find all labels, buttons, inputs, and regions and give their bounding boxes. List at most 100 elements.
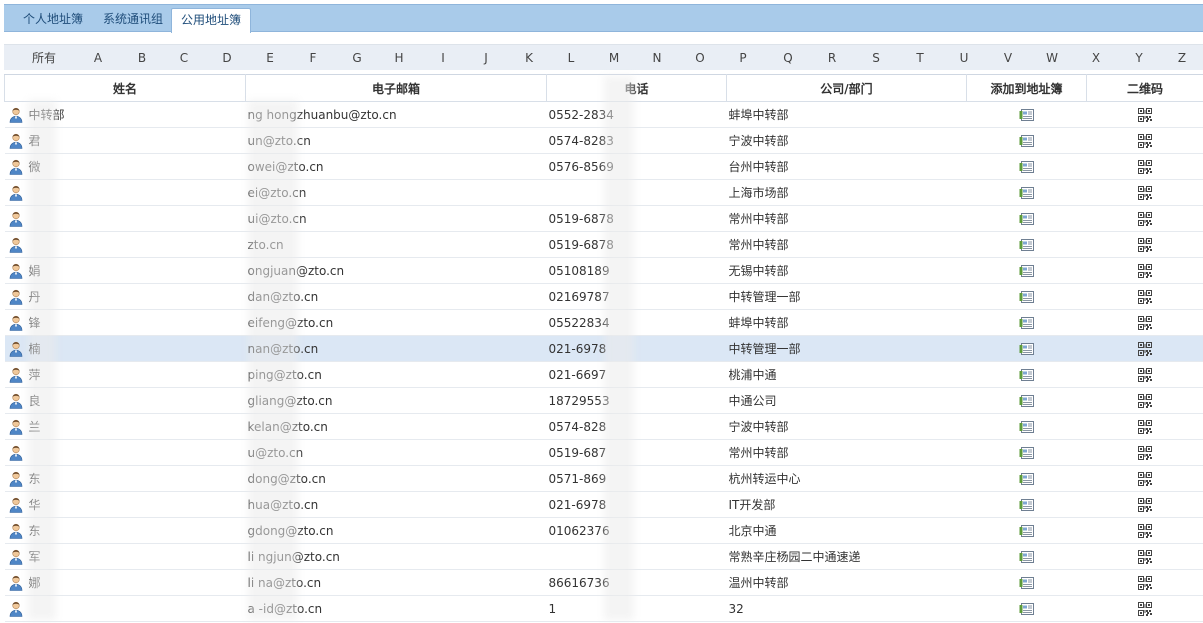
cell-name[interactable]: 楠 xyxy=(4,335,246,362)
cell-name[interactable]: 君 xyxy=(4,127,246,154)
letter-filter-y[interactable]: Y xyxy=(1127,45,1151,71)
letter-filter-all[interactable]: 所有 xyxy=(24,45,64,71)
qr-code-icon[interactable] xyxy=(1137,575,1153,590)
cell-name[interactable]: 兰 xyxy=(4,413,246,440)
letter-filter-w[interactable]: W xyxy=(1040,45,1064,71)
table-row[interactable]: 良 gliang@zto.cn 18729553 中通公司 xyxy=(4,387,1203,414)
qr-code-icon[interactable] xyxy=(1137,263,1153,278)
cell-email[interactable]: kelan@zto.cn xyxy=(245,413,547,440)
add-to-addressbook-icon[interactable] xyxy=(1019,550,1035,564)
cell-email[interactable]: ping@zto.cn xyxy=(245,361,547,388)
cell-email[interactable]: u@zto.cn xyxy=(245,439,547,466)
letter-filter-g[interactable]: G xyxy=(345,45,369,71)
table-row[interactable]: 兰 kelan@zto.cn 0574-828 宁波中转部 xyxy=(4,413,1203,440)
cell-name[interactable]: 中转部 xyxy=(4,101,246,128)
add-to-addressbook-icon[interactable] xyxy=(1019,290,1035,304)
cell-email[interactable]: gdong@zto.cn xyxy=(245,517,547,544)
letter-filter-h[interactable]: H xyxy=(387,45,411,71)
letter-filter-x[interactable]: X xyxy=(1084,45,1108,71)
letter-filter-o[interactable]: O xyxy=(688,45,712,71)
cell-email[interactable]: eifeng@zto.cn xyxy=(245,309,547,336)
add-to-addressbook-icon[interactable] xyxy=(1019,368,1035,382)
qr-code-icon[interactable] xyxy=(1137,211,1153,226)
letter-filter-b[interactable]: B xyxy=(130,45,154,71)
tab-public-addressbook[interactable]: 公用地址簿 xyxy=(171,8,251,33)
table-row[interactable]: 东 gdong@zto.cn 01062376 北京中通 xyxy=(4,517,1203,544)
cell-name[interactable]: 东 xyxy=(4,517,246,544)
qr-code-icon[interactable] xyxy=(1137,523,1153,538)
add-to-addressbook-icon[interactable] xyxy=(1019,238,1035,252)
letter-filter-v[interactable]: V xyxy=(996,45,1020,71)
cell-email[interactable]: un@zto.cn xyxy=(245,127,547,154)
column-header-dept[interactable]: 公司/部门 xyxy=(726,74,967,102)
letter-filter-u[interactable]: U xyxy=(952,45,976,71)
qr-code-icon[interactable] xyxy=(1137,315,1153,330)
qr-code-icon[interactable] xyxy=(1137,445,1153,460)
table-row[interactable]: 丹 dan@zto.cn 02169787 中转管理一部 xyxy=(4,283,1203,310)
add-to-addressbook-icon[interactable] xyxy=(1019,342,1035,356)
cell-name[interactable]: 丹 xyxy=(4,283,246,310)
table-row[interactable]: ei@zto.cn 上海市场部 xyxy=(4,179,1203,206)
qr-code-icon[interactable] xyxy=(1137,497,1153,512)
letter-filter-d[interactable]: D xyxy=(215,45,239,71)
table-row[interactable]: 娟 ongjuan@zto.cn 05108189 无锡中转部 xyxy=(4,257,1203,284)
letter-filter-r[interactable]: R xyxy=(820,45,844,71)
add-to-addressbook-icon[interactable] xyxy=(1019,212,1035,226)
add-to-addressbook-icon[interactable] xyxy=(1019,524,1035,538)
qr-code-icon[interactable] xyxy=(1137,237,1153,252)
cell-name[interactable] xyxy=(4,595,246,622)
letter-filter-f[interactable]: F xyxy=(301,45,325,71)
add-to-addressbook-icon[interactable] xyxy=(1019,472,1035,486)
add-to-addressbook-icon[interactable] xyxy=(1019,108,1035,122)
add-to-addressbook-icon[interactable] xyxy=(1019,446,1035,460)
qr-code-icon[interactable] xyxy=(1137,419,1153,434)
cell-email[interactable]: dan@zto.cn xyxy=(245,283,547,310)
cell-name[interactable]: 东 xyxy=(4,465,246,492)
qr-code-icon[interactable] xyxy=(1137,367,1153,382)
qr-code-icon[interactable] xyxy=(1137,133,1153,148)
cell-email[interactable]: gliang@zto.cn xyxy=(245,387,547,414)
table-row[interactable]: 楠 nan@zto.cn 021-6978 中转管理一部 xyxy=(4,335,1203,362)
cell-email[interactable]: dong@zto.cn xyxy=(245,465,547,492)
add-to-addressbook-icon[interactable] xyxy=(1019,160,1035,174)
cell-name[interactable]: 萍 xyxy=(4,361,246,388)
add-to-addressbook-icon[interactable] xyxy=(1019,316,1035,330)
add-to-addressbook-icon[interactable] xyxy=(1019,186,1035,200)
cell-name[interactable]: 军 xyxy=(4,543,246,570)
cell-email[interactable]: zto.cn xyxy=(245,231,547,258)
cell-name[interactable]: 锋 xyxy=(4,309,246,336)
letter-filter-s[interactable]: S xyxy=(864,45,888,71)
letter-filter-n[interactable]: N xyxy=(645,45,669,71)
qr-code-icon[interactable] xyxy=(1137,471,1153,486)
table-row[interactable]: zto.cn 0519-6878 常州中转部 xyxy=(4,231,1203,258)
add-to-addressbook-icon[interactable] xyxy=(1019,602,1035,616)
cell-name[interactable]: 良 xyxy=(4,387,246,414)
add-to-addressbook-icon[interactable] xyxy=(1019,576,1035,590)
qr-code-icon[interactable] xyxy=(1137,107,1153,122)
cell-name[interactable] xyxy=(4,179,246,206)
letter-filter-c[interactable]: C xyxy=(172,45,196,71)
cell-email[interactable]: ei@zto.cn xyxy=(245,179,547,206)
table-row[interactable]: ui@zto.cn 0519-6878 常州中转部 xyxy=(4,205,1203,232)
table-row[interactable]: 东 dong@zto.cn 0571-869 杭州转运中心 xyxy=(4,465,1203,492)
table-row[interactable]: u@zto.cn 0519-687 常州中转部 xyxy=(4,439,1203,466)
qr-code-icon[interactable] xyxy=(1137,289,1153,304)
qr-code-icon[interactable] xyxy=(1137,549,1153,564)
cell-email[interactable]: ongjuan@zto.cn xyxy=(245,257,547,284)
cell-name[interactable]: 娜 xyxy=(4,569,246,596)
table-row[interactable]: 锋 eifeng@zto.cn 05522834 蚌埠中转部 xyxy=(4,309,1203,336)
letter-filter-e[interactable]: E xyxy=(258,45,282,71)
letter-filter-j[interactable]: J xyxy=(474,45,498,71)
letter-filter-p[interactable]: P xyxy=(731,45,755,71)
cell-name[interactable] xyxy=(4,205,246,232)
add-to-addressbook-icon[interactable] xyxy=(1019,394,1035,408)
qr-code-icon[interactable] xyxy=(1137,341,1153,356)
letter-filter-a[interactable]: A xyxy=(86,45,110,71)
cell-email[interactable]: ui@zto.cn xyxy=(245,205,547,232)
cell-email[interactable]: li ngjun@zto.cn xyxy=(245,543,547,570)
table-row[interactable]: 军 li ngjun@zto.cn 常熟辛庄杨园二中通速递 xyxy=(4,543,1203,570)
add-to-addressbook-icon[interactable] xyxy=(1019,264,1035,278)
cell-name[interactable] xyxy=(4,439,246,466)
column-header-name[interactable]: 姓名 xyxy=(4,74,246,102)
letter-filter-l[interactable]: L xyxy=(559,45,583,71)
